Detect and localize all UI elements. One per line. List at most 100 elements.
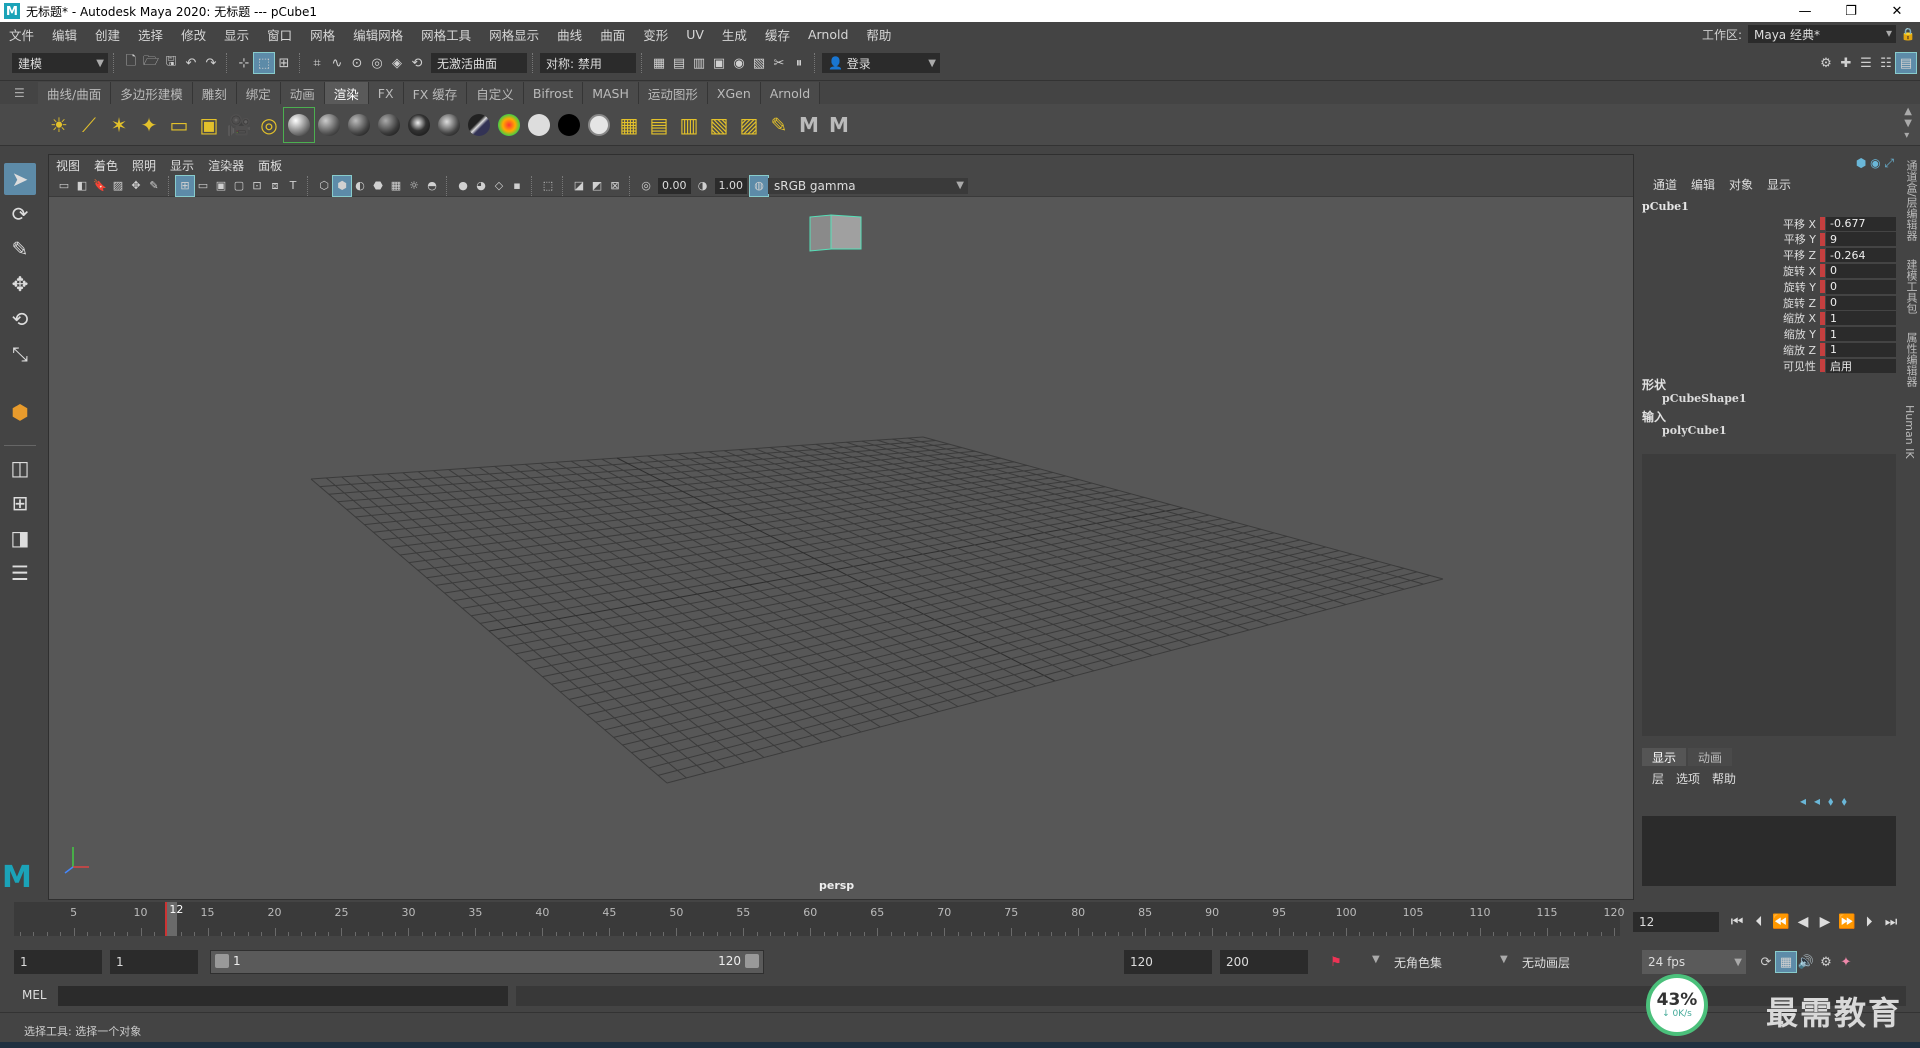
last-tool-icon[interactable]: ⬢ xyxy=(4,396,36,428)
playhead[interactable]: 12 xyxy=(165,902,183,936)
snap-surface-icon[interactable]: ◈ xyxy=(387,53,407,73)
layer-list[interactable] xyxy=(1642,816,1896,886)
poly-cube[interactable] xyxy=(809,214,862,252)
attribute-value-field[interactable]: -0.264 xyxy=(1826,248,1896,263)
layer-menu-layers[interactable]: 层 xyxy=(1646,770,1670,787)
shape-node[interactable]: pCubeShape1 xyxy=(1662,392,1747,405)
smooth-shade-icon[interactable]: ⬢ xyxy=(332,174,352,197)
human-ik-icon[interactable]: ✚ xyxy=(1836,53,1856,73)
four-view-layout-icon[interactable]: ⊞ xyxy=(4,487,36,519)
time-ruler[interactable]: 5 10 15 20 25 30 35 40 45 50 55 60 65 70 75 80 85 90 95 100… xyxy=(14,902,1625,936)
anisotropic-material-icon[interactable] xyxy=(404,108,434,142)
depth-of-field-icon[interactable]: ▪ xyxy=(508,176,526,196)
redo-icon[interactable]: ↷ xyxy=(201,53,221,73)
hypershade-icon[interactable]: ▣ xyxy=(709,53,729,73)
cb-menu-object[interactable]: 对象 xyxy=(1722,176,1760,193)
xray-icon[interactable]: ◪ xyxy=(570,176,588,196)
wireframe-icon[interactable]: ⬡ xyxy=(315,176,333,196)
exposure-field[interactable]: 0.00 xyxy=(658,177,691,194)
side-tab-modeling-toolkit[interactable]: 建模工具包 xyxy=(1903,259,1919,314)
attribute-row[interactable]: 可见性 启用 xyxy=(1640,358,1896,373)
scale-tool-icon[interactable]: ⤡ xyxy=(4,338,36,370)
play-backwards-icon[interactable]: ◀ xyxy=(1792,914,1814,930)
textured-icon[interactable]: ▦ xyxy=(387,176,405,196)
safe-action-icon[interactable]: ⧈ xyxy=(266,176,284,196)
range-slider[interactable]: 1 120 xyxy=(210,950,764,974)
isolate-select-icon[interactable]: ⬚ xyxy=(539,176,557,196)
wireframe-on-shaded-icon[interactable]: ⬣ xyxy=(369,176,387,196)
auto-key-icon[interactable]: ⚑ xyxy=(1326,952,1346,972)
fps-dropdown[interactable]: 24 fps ▼ xyxy=(1642,950,1746,974)
vp-menu-panels[interactable]: 面板 xyxy=(251,157,289,174)
layer-tab-display[interactable]: 显示 xyxy=(1642,748,1687,766)
new-scene-icon[interactable]: 🗋 xyxy=(121,53,141,73)
vp-menu-renderer[interactable]: 渲染器 xyxy=(201,157,251,174)
menu-help[interactable]: 帮助 xyxy=(857,25,900,44)
phong-material-icon[interactable] xyxy=(344,108,374,142)
lasso-tool-icon[interactable]: ⟳ xyxy=(4,198,36,230)
bookmark-icon[interactable]: 🔖 xyxy=(91,176,109,196)
snap-grid-icon[interactable]: ⌗ xyxy=(307,53,327,73)
snap-live-icon[interactable]: ⟲ xyxy=(407,53,427,73)
color-management-icon[interactable]: ◍ xyxy=(749,174,769,197)
layer-menu-help[interactable]: 帮助 xyxy=(1706,770,1742,787)
anim-end-field[interactable]: 200 xyxy=(1220,950,1308,974)
point-light-icon[interactable]: ✶ xyxy=(104,108,134,142)
shelf-scroll-icon[interactable]: ▲ ▼ ▾ xyxy=(1904,106,1912,142)
anim-preferences-icon[interactable]: ⚙ xyxy=(1816,952,1836,972)
side-tab-human-ik[interactable]: Human IK xyxy=(1903,405,1916,459)
shelf-tab-rendering[interactable]: 渲染 xyxy=(324,82,369,104)
2d-pan-zoom-icon[interactable]: ✥ xyxy=(127,176,145,196)
sound-icon[interactable]: 🔊 xyxy=(1796,952,1816,972)
shelf-tab-fx[interactable]: FX xyxy=(368,82,404,104)
go-to-start-icon[interactable]: ⏮ xyxy=(1726,914,1748,930)
play-forwards-icon[interactable]: ▶ xyxy=(1814,914,1836,930)
vp-menu-show[interactable]: 显示 xyxy=(163,157,201,174)
save-scene-icon[interactable]: 🖫 xyxy=(161,53,181,73)
shelf-tab-rigging[interactable]: 绑定 xyxy=(236,82,281,104)
menu-curves[interactable]: 曲线 xyxy=(548,25,591,44)
menu-edit[interactable]: 编辑 xyxy=(43,25,86,44)
attribute-value-field[interactable]: 1 xyxy=(1826,311,1896,326)
select-component-icon[interactable]: ⊞ xyxy=(274,53,294,73)
range-end-handle[interactable] xyxy=(745,954,759,968)
step-back-frame-icon[interactable]: ⏴ xyxy=(1748,914,1770,930)
login-dropdown[interactable]: 👤 登录 ▼ xyxy=(822,53,940,73)
render-current-frame-icon[interactable]: ▦ xyxy=(649,53,669,73)
snap-point-icon[interactable]: ⊙ xyxy=(347,53,367,73)
workspace-dropdown[interactable]: Maya 经典* xyxy=(1748,25,1896,43)
anim-layer-dropdown[interactable]: 无动画层 xyxy=(1516,950,1620,974)
two-pane-layout-icon[interactable]: ◨ xyxy=(4,522,36,554)
shelf-tab-curves[interactable]: 曲线/曲面 xyxy=(38,82,112,104)
scene-view[interactable] xyxy=(49,197,1633,899)
close-button[interactable]: ✕ xyxy=(1874,0,1920,22)
camera-icon[interactable]: 🎥 xyxy=(224,108,254,142)
attribute-row[interactable]: 平移 Z -0.264 xyxy=(1640,248,1896,263)
menu-mesh-display[interactable]: 网格显示 xyxy=(480,25,548,44)
film-gate-icon[interactable]: ▭ xyxy=(194,176,212,196)
attribute-row[interactable]: 平移 Y 9 xyxy=(1640,232,1896,247)
render-setup-icon[interactable]: ◉ xyxy=(729,53,749,73)
snap-curve-icon[interactable]: ∿ xyxy=(327,53,347,73)
menu-generate[interactable]: 生成 xyxy=(713,25,756,44)
playback-start-field[interactable]: 1 xyxy=(110,950,198,974)
side-tab-attribute-editor[interactable]: 属性编辑器 xyxy=(1903,332,1919,387)
lambert-material-icon[interactable] xyxy=(314,108,344,142)
surface-shader-icon[interactable] xyxy=(524,108,554,142)
render-settings-icon[interactable]: ▥ xyxy=(689,53,709,73)
modeling-toolkit-icon[interactable]: ⚙ xyxy=(1816,53,1836,73)
light-editor-icon[interactable]: ▧ xyxy=(749,53,769,73)
attribute-row[interactable]: 缩放 Y 1 xyxy=(1640,327,1896,342)
minimize-button[interactable]: — xyxy=(1782,0,1828,22)
directional-light-icon[interactable]: ⟋ xyxy=(74,108,104,142)
field-chart-icon[interactable]: ⊡ xyxy=(248,176,266,196)
hypershade-shelf-icon[interactable]: ✎ xyxy=(764,108,794,142)
layer-tab-anim[interactable]: 动画 xyxy=(1688,748,1733,766)
volume-light-icon[interactable]: ▣ xyxy=(194,108,224,142)
ambient-occlusion-icon[interactable]: ● xyxy=(454,176,472,196)
attribute-value-field[interactable]: -0.677 xyxy=(1826,216,1896,231)
ramp-shader-icon[interactable] xyxy=(464,108,494,142)
outliner-layout-icon[interactable]: ☰ xyxy=(4,557,36,589)
snap-view-icon[interactable]: ◎ xyxy=(367,53,387,73)
select-object-icon[interactable]: ⬚ xyxy=(253,52,275,74)
